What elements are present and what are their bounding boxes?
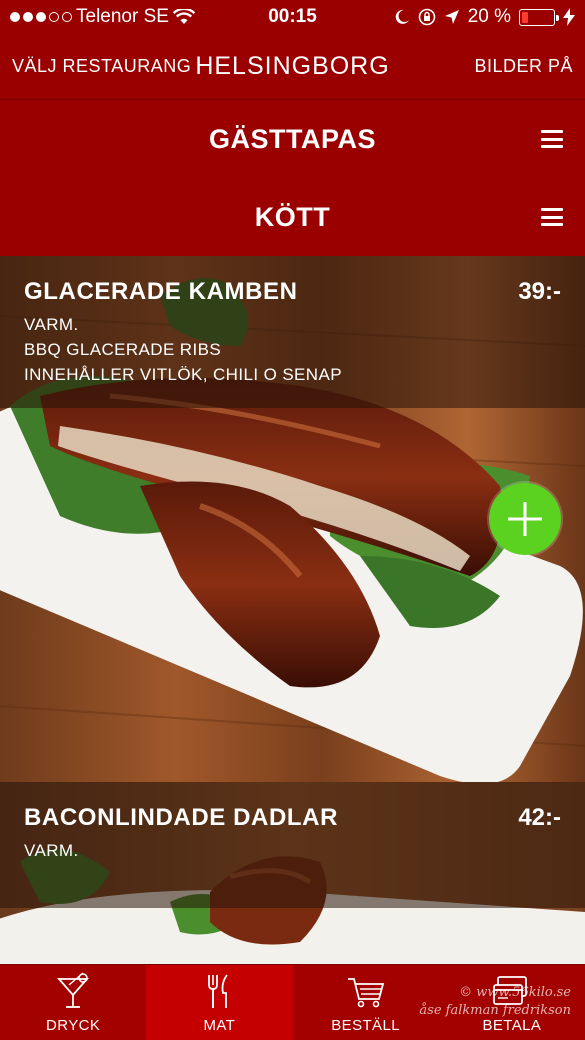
item-price: 42:-: [518, 804, 561, 831]
restaurant-title: HELSINGBORG: [195, 52, 390, 80]
shopping-cart-icon: [347, 978, 384, 1008]
carrier-label: Telenor SE: [76, 6, 169, 27]
category-title: GÄSTTAPAS: [208, 123, 376, 154]
watermark-line: © www.56kilo.se: [459, 985, 571, 1000]
item-description: VARM.: [24, 838, 561, 863]
wifi-icon: [172, 9, 195, 24]
signal-dots-icon: [10, 12, 72, 22]
fork-knife-icon: [208, 974, 229, 1008]
item-description-line: INNEHÅLLER VITLÖK, CHILI O SENAP: [24, 365, 342, 384]
item-name: BACONLINDADE DADLAR: [24, 804, 339, 831]
item-info-overlay: GLACERADE KAMBEN 39:- VARM. BBQ GLACERAD…: [0, 256, 585, 408]
menu-item[interactable]: BACONLINDADE DADLAR 42:- VARM.: [0, 782, 585, 964]
tab-label: BESTÄLL: [331, 1017, 400, 1034]
add-to-order-button[interactable]: [489, 483, 561, 555]
category-bar-kott[interactable]: KÖTT: [0, 178, 585, 256]
moon-icon: [395, 9, 409, 24]
menu-item[interactable]: GLACERADE KAMBEN 39:- VARM. BBQ GLACERAD…: [0, 256, 585, 782]
hamburger-menu-icon[interactable]: [541, 208, 563, 226]
charging-bolt-icon: [563, 8, 575, 26]
pictures-toggle-link[interactable]: BILDER PÅ: [474, 56, 573, 77]
item-description-line: VARM.: [24, 315, 79, 334]
tab-mat[interactable]: MAT: [146, 965, 293, 1040]
item-description-line: VARM.: [24, 841, 79, 860]
status-left: Telenor SE: [10, 6, 195, 28]
tab-bestall[interactable]: BESTÄLL: [293, 965, 439, 1040]
status-right: 20 %: [394, 6, 575, 28]
hamburger-menu-icon[interactable]: [541, 130, 563, 148]
item-name: GLACERADE KAMBEN: [24, 278, 298, 305]
item-info-overlay: BACONLINDADE DADLAR 42:- VARM.: [0, 782, 585, 908]
tab-label: MAT: [203, 1017, 236, 1034]
item-description-line: BBQ GLACERADE RIBS: [24, 340, 222, 359]
rotation-lock-icon: [418, 8, 435, 26]
item-price: 39:-: [518, 278, 561, 305]
item-description: VARM. BBQ GLACERADE RIBS INNEHÅLLER VITL…: [24, 312, 561, 387]
battery-percent: 20 %: [467, 6, 511, 27]
battery-icon: [519, 8, 559, 26]
tab-label: DRYCK: [46, 1017, 101, 1034]
top-nav: VÄLJ RESTAURANG HELSINGBORG BILDER PÅ: [0, 34, 585, 100]
cocktail-glass-icon: [57, 972, 90, 1008]
watermark-line: åse falkman fredrikson: [419, 1003, 571, 1018]
choose-restaurant-link[interactable]: VÄLJ RESTAURANG: [12, 56, 191, 77]
location-arrow-icon: [444, 10, 459, 24]
status-bar: Telenor SE 00:15 20 %: [0, 0, 585, 34]
photo-watermark: © www.56kilo.se åse falkman fredrikson: [419, 984, 571, 1020]
category-bar-gasttapas[interactable]: GÄSTTAPAS: [0, 100, 585, 178]
category-title: KÖTT: [254, 201, 331, 232]
tab-dryck[interactable]: DRYCK: [0, 965, 146, 1040]
plus-icon: [508, 502, 542, 536]
